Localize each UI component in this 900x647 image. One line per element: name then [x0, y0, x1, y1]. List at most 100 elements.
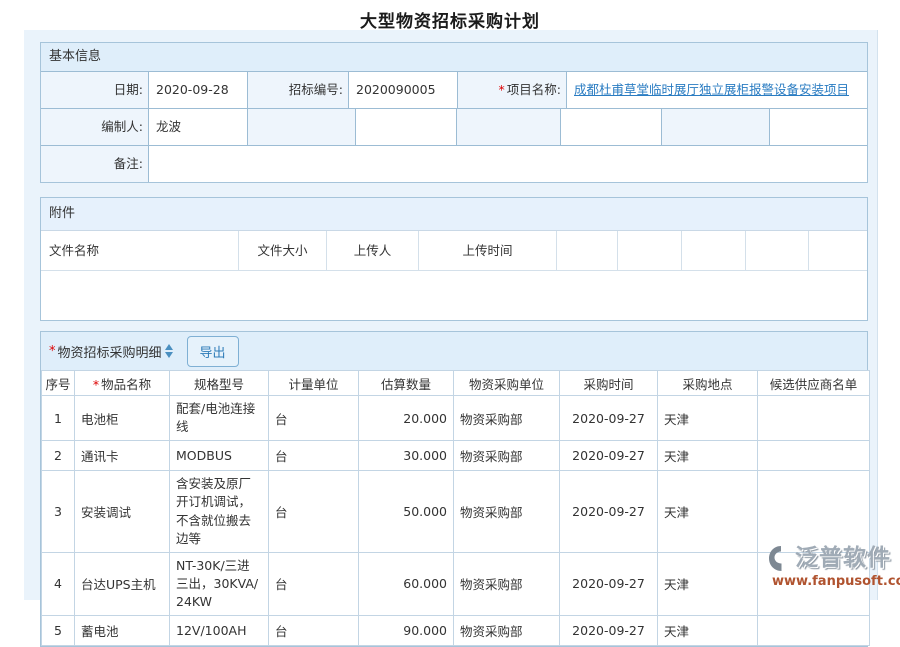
details-header-row: 序号 *物品名称 规格型号 计量单位 估算数量 物资采购单位 采购时间 采购地点… — [42, 371, 870, 396]
creator-value: 龙波 — [149, 109, 248, 145]
required-asterisk: * — [93, 377, 99, 392]
col-file-size: 文件大小 — [239, 231, 327, 270]
sort-down-icon[interactable] — [165, 352, 173, 358]
basic-info-row-2: 编制人: 龙波 — [41, 108, 867, 145]
bid-no-value: 2020090005 — [349, 72, 458, 108]
table-row: 2 通讯卡 MODBUS 台 30.000 物资采购部 2020-09-27 天… — [42, 441, 870, 471]
empty-value-cell — [770, 109, 867, 145]
vendor-watermark: 泛普软件 www.fanpusoft.com — [768, 545, 900, 588]
bid-no-label: 招标编号: — [248, 72, 349, 108]
cell-suppliers — [758, 441, 870, 471]
cell-item-name: 安装调试 — [75, 471, 170, 553]
cell-place: 天津 — [658, 552, 758, 615]
col-candidate-suppliers: 候选供应商名单 — [758, 371, 870, 396]
empty-value-cell — [561, 109, 662, 145]
cell-time: 2020-09-27 — [560, 441, 658, 471]
project-name-label-text: 项目名称: — [507, 82, 561, 97]
col-seq: 序号 — [42, 371, 75, 396]
table-row: 1 电池柜 配套/电池连接线 台 20.000 物资采购部 2020-09-27… — [42, 396, 870, 441]
cell-qty: 60.000 — [359, 552, 454, 615]
cell-time: 2020-09-27 — [560, 471, 658, 553]
cell-spec: 12V/100AH — [170, 616, 269, 646]
cell-qty: 30.000 — [359, 441, 454, 471]
basic-info-row-3: 备注: — [41, 145, 867, 182]
table-row: 4 台达UPS主机 NT-30K/三进三出，30KVA/24KW 台 60.00… — [42, 552, 870, 615]
details-toolbar: * 物资招标采购明细 导出 — [41, 332, 867, 370]
cell-seq: 2 — [42, 441, 75, 471]
cell-spec: NT-30K/三进三出，30KVA/24KW — [170, 552, 269, 615]
remark-value — [149, 146, 867, 182]
empty-label-cell — [248, 109, 356, 145]
cell-dept: 物资采购部 — [454, 441, 560, 471]
vendor-brand-row: 泛普软件 — [768, 545, 900, 572]
project-name-cell: 成都杜甫草堂临时展厅独立展柜报警设备安装项目 — [567, 72, 867, 108]
export-button[interactable]: 导出 — [187, 336, 239, 367]
col-unit: 计量单位 — [269, 371, 359, 396]
col-empty — [618, 231, 682, 270]
cell-time: 2020-09-27 — [560, 396, 658, 441]
col-item-name: *物品名称 — [75, 371, 170, 396]
vendor-url: www.fanpusoft.com — [772, 575, 900, 588]
cell-spec: MODBUS — [170, 441, 269, 471]
basic-info-section: 基本信息 日期: 2020-09-28 招标编号: 2020090005 *项目… — [40, 42, 868, 183]
cell-qty: 20.000 — [359, 396, 454, 441]
sort-spinner[interactable] — [165, 344, 173, 358]
attachments-column-headers: 文件名称 文件大小 上传人 上传时间 — [41, 230, 867, 270]
cell-place: 天津 — [658, 441, 758, 471]
cell-seq: 5 — [42, 616, 75, 646]
col-estimated-qty: 估算数量 — [359, 371, 454, 396]
required-asterisk: * — [499, 82, 505, 97]
cell-item-name: 台达UPS主机 — [75, 552, 170, 615]
cell-unit: 台 — [269, 396, 359, 441]
empty-label-cell — [457, 109, 561, 145]
cell-suppliers — [758, 616, 870, 646]
empty-value-cell — [356, 109, 457, 145]
cell-dept: 物资采购部 — [454, 396, 560, 441]
project-name-link[interactable]: 成都杜甫草堂临时展厅独立展柜报警设备安装项目 — [574, 82, 849, 97]
col-empty — [557, 231, 618, 270]
date-label: 日期: — [41, 72, 149, 108]
cell-item-name: 电池柜 — [75, 396, 170, 441]
col-upload-time: 上传时间 — [419, 231, 557, 270]
cell-qty: 50.000 — [359, 471, 454, 553]
cell-unit: 台 — [269, 616, 359, 646]
col-empty — [682, 231, 746, 270]
page-title: 大型物资招标采购计划 — [0, 0, 900, 32]
required-asterisk: * — [49, 344, 56, 359]
cell-dept: 物资采购部 — [454, 552, 560, 615]
cell-place: 天津 — [658, 616, 758, 646]
col-purchase-dept: 物资采购单位 — [454, 371, 560, 396]
attachments-section: 附件 文件名称 文件大小 上传人 上传时间 — [40, 197, 868, 321]
content-panel: 基本信息 日期: 2020-09-28 招标编号: 2020090005 *项目… — [24, 30, 878, 600]
table-row: 3 安装调试 含安装及原厂开订机调试，不含就位搬去边等 台 50.000 物资采… — [42, 471, 870, 553]
vendor-brand-text: 泛普软件 — [795, 547, 891, 570]
project-name-label: *项目名称: — [458, 72, 567, 108]
cell-unit: 台 — [269, 441, 359, 471]
cell-dept: 物资采购部 — [454, 471, 560, 553]
basic-info-row-1: 日期: 2020-09-28 招标编号: 2020090005 *项目名称: 成… — [41, 71, 867, 108]
col-item-name-text: 物品名称 — [101, 377, 151, 392]
col-purchase-time: 采购时间 — [560, 371, 658, 396]
cell-spec: 配套/电池连接线 — [170, 396, 269, 441]
details-title: 物资招标采购明细 — [58, 342, 162, 361]
col-purchase-place: 采购地点 — [658, 371, 758, 396]
attachments-header: 附件 — [41, 198, 867, 230]
cell-place: 天津 — [658, 471, 758, 553]
cell-qty: 90.000 — [359, 616, 454, 646]
col-empty — [809, 231, 867, 270]
cell-unit: 台 — [269, 552, 359, 615]
cell-item-name: 蓄电池 — [75, 616, 170, 646]
basic-info-header: 基本信息 — [41, 43, 867, 71]
cell-seq: 1 — [42, 396, 75, 441]
remark-label: 备注: — [41, 146, 149, 182]
attachments-empty-list — [41, 270, 867, 320]
cell-suppliers — [758, 471, 870, 553]
sort-up-icon[interactable] — [165, 344, 173, 350]
cell-time: 2020-09-27 — [560, 552, 658, 615]
cell-item-name: 通讯卡 — [75, 441, 170, 471]
cell-place: 天津 — [658, 396, 758, 441]
cell-dept: 物资采购部 — [454, 616, 560, 646]
table-row: 5 蓄电池 12V/100AH 台 90.000 物资采购部 2020-09-2… — [42, 616, 870, 646]
cell-seq: 3 — [42, 471, 75, 553]
creator-label: 编制人: — [41, 109, 149, 145]
